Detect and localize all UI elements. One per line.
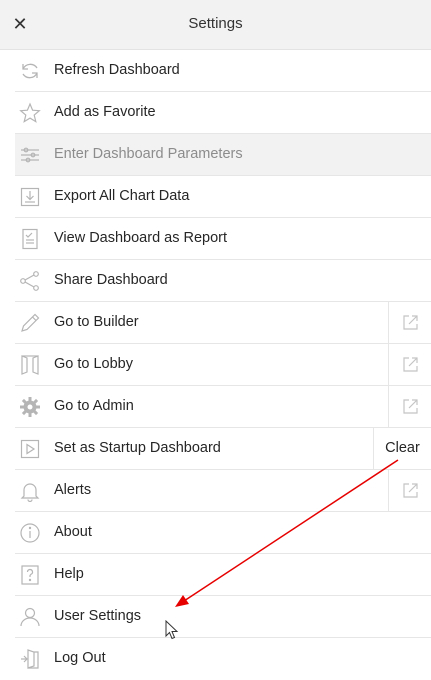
menu-item-label: Help xyxy=(54,566,84,582)
menu-item-label: Go to Admin xyxy=(54,398,134,414)
page-title: Settings xyxy=(188,15,243,32)
menu-item-go-to-builder[interactable]: Go to Builder xyxy=(15,302,431,344)
menu-item-label: Add as Favorite xyxy=(54,104,156,120)
menu-item-view-as-report[interactable]: View Dashboard as Report xyxy=(15,218,431,260)
share-icon xyxy=(19,270,41,292)
menu-item-export-chart-data[interactable]: Export All Chart Data xyxy=(15,176,431,218)
external-link-icon[interactable] xyxy=(388,302,431,343)
menu-item-label: View Dashboard as Report xyxy=(54,230,228,246)
menu-item-label: Log Out xyxy=(54,650,106,666)
menu-item-log-out[interactable]: Log Out xyxy=(15,638,431,680)
bell-icon xyxy=(19,480,41,502)
menu-item-about[interactable]: About xyxy=(15,512,431,554)
settings-header: ✕ Settings xyxy=(0,0,431,50)
lobby-door-icon xyxy=(19,354,41,376)
menu-item-label: Export All Chart Data xyxy=(54,188,190,204)
menu-item-label: Set as Startup Dashboard xyxy=(54,440,221,456)
sliders-icon xyxy=(19,144,41,166)
mouse-cursor-icon xyxy=(165,620,179,640)
menu-item-label: About xyxy=(54,524,92,540)
user-icon xyxy=(19,606,41,628)
menu-item-go-to-lobby[interactable]: Go to Lobby xyxy=(15,344,431,386)
menu-item-label: Alerts xyxy=(54,482,92,498)
menu-item-share-dashboard[interactable]: Share Dashboard xyxy=(15,260,431,302)
menu-item-user-settings[interactable]: User Settings xyxy=(15,596,431,638)
menu-item-label: User Settings xyxy=(54,608,142,624)
menu-item-label: Share Dashboard xyxy=(54,272,168,288)
play-icon xyxy=(19,438,41,460)
menu-item-add-favorite[interactable]: Add as Favorite xyxy=(15,92,431,134)
menu-item-refresh-dashboard[interactable]: Refresh Dashboard xyxy=(15,50,431,92)
help-icon xyxy=(19,564,41,586)
menu-item-set-startup-dashboard[interactable]: Set as Startup Dashboard Clear xyxy=(15,428,431,470)
star-icon xyxy=(19,102,41,124)
clear-startup-button[interactable]: Clear xyxy=(373,428,431,469)
pencil-icon xyxy=(19,312,41,334)
menu-item-go-to-admin[interactable]: Go to Admin xyxy=(15,386,431,428)
menu-item-alerts[interactable]: Alerts xyxy=(15,470,431,512)
external-link-icon[interactable] xyxy=(388,386,431,427)
download-icon xyxy=(19,186,41,208)
refresh-icon xyxy=(19,60,41,82)
menu-item-label: Go to Builder xyxy=(54,314,139,330)
gear-icon xyxy=(19,396,41,418)
settings-menu: Refresh Dashboard Add as Favorite Enter … xyxy=(15,50,431,680)
menu-item-label: Go to Lobby xyxy=(54,356,133,372)
menu-item-label: Refresh Dashboard xyxy=(54,62,180,78)
external-link-icon[interactable] xyxy=(388,470,431,511)
report-icon xyxy=(19,228,41,250)
menu-item-help[interactable]: Help xyxy=(15,554,431,596)
external-link-icon[interactable] xyxy=(388,344,431,385)
logout-icon xyxy=(19,648,41,670)
info-icon xyxy=(19,522,41,544)
menu-item-enter-parameters: Enter Dashboard Parameters xyxy=(15,134,431,176)
menu-item-label: Enter Dashboard Parameters xyxy=(54,146,243,162)
